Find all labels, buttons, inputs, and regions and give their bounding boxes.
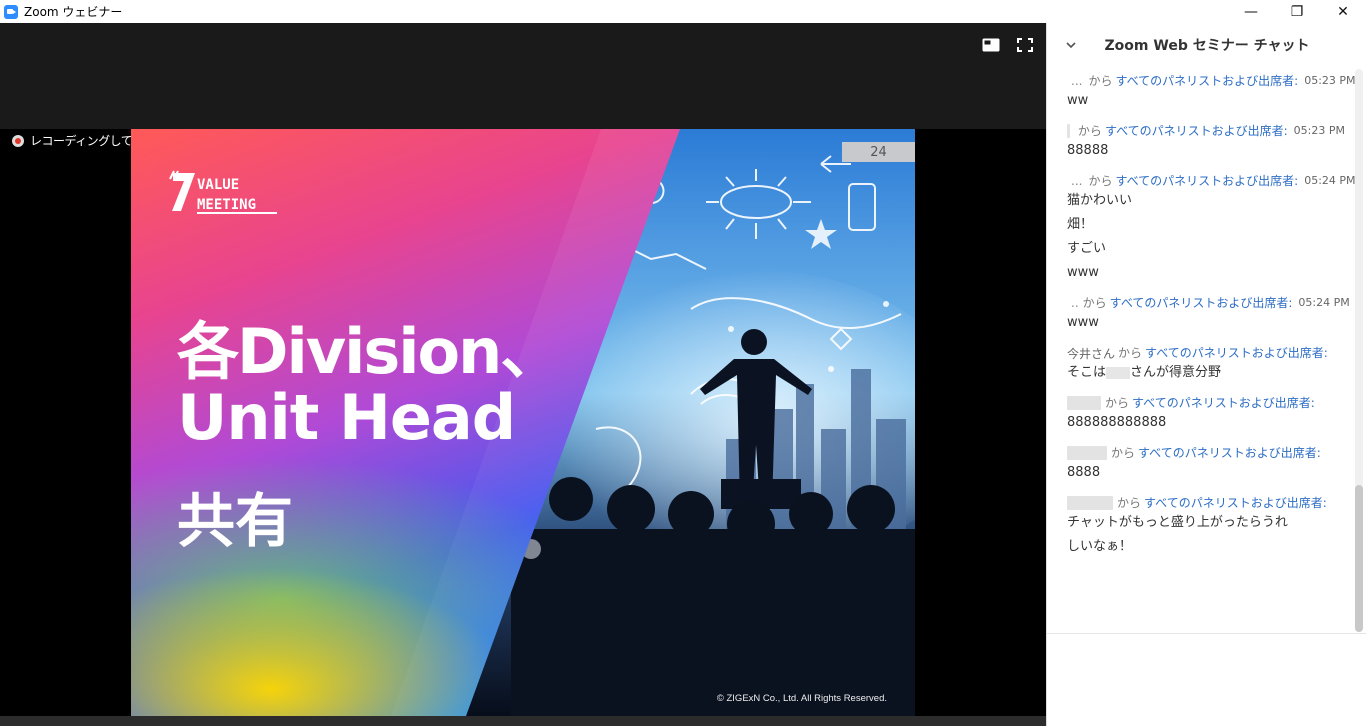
message-text: 畑！ [1067,217,1094,232]
message-text: www [1067,315,1099,330]
chat-header: Zoom Web セミナー チャット [1047,23,1366,67]
message-text: www [1067,265,1099,280]
from-label: から [1117,496,1142,510]
value-meeting-logo: VALUE MEETING [169,170,277,214]
recipient-label[interactable]: すべてのパネリストおよび出席者: [1138,445,1321,461]
message-time: 05:23 PM [1293,124,1345,137]
sender-name-redacted [1067,396,1101,410]
chat-scrollbar[interactable] [1355,69,1363,632]
video-stage: レコーディングしています VALUE MEETING 各Division、 Un… [0,23,1046,726]
shared-slide: VALUE MEETING 各Division、 Unit Head 共有 24… [131,129,915,716]
chat-panel: Zoom Web セミナー チャット ... から すべてのパネリストおよび出席… [1046,23,1366,726]
chat-message-list[interactable]: ... から すべてのパネリストおよび出席者: 05:23 PM ww から す… [1067,73,1356,569]
slide-copyright: © ZIGExN Co., Ltd. All Rights Reserved. [716,693,887,704]
message-text-part: さんが得意分野 [1130,365,1222,380]
recipient-label[interactable]: すべてのパネリストおよび出席者: [1110,295,1293,311]
recipient-label[interactable]: すべてのパネリストおよび出席者: [1144,495,1327,511]
message-text: すごい [1067,241,1107,256]
chat-message: 今井さん から すべてのパネリストおよび出席者: そこは さんが得意分野 [1067,345,1345,385]
message-text: チャットがもっと盛り上がったらうれ [1067,515,1288,530]
slide-page-number: 24 [842,142,915,162]
slide-heading-line3: 共有 [177,487,294,555]
sender-name-redacted [1067,124,1070,138]
from-label: から [1082,296,1107,310]
restore-button[interactable]: ❐ [1274,0,1320,23]
close-button[interactable]: ✕ [1320,0,1366,23]
message-meta: 今井さん から すべてのパネリストおよび出席者: [1067,345,1345,361]
message-meta: から すべてのパネリストおよび出席者: 05:23 PM [1067,123,1345,139]
window-controls: — ❐ ✕ [1228,0,1366,23]
title-bar: Zoom ウェビナー — ❐ ✕ [0,0,1366,23]
message-text-part: そこは [1067,365,1107,380]
sender-name: 今井さん [1067,347,1116,361]
chat-message: ... から すべてのパネリストおよび出席者: 05:23 PM ww [1067,73,1356,113]
slide-heading-line2: Unit Head [177,381,516,454]
message-text: そこは さんが得意分野 [1067,361,1345,385]
fullscreen-icon[interactable] [1016,37,1034,53]
from-label: から [1118,346,1143,360]
from-label: から [1088,174,1113,188]
message-meta: .. から すべてのパネリストおよび出席者: 05:24 PM [1067,295,1350,311]
message-meta: ... から すべてのパネリストおよび出席者: 05:23 PM [1067,73,1356,89]
chat-message: ... から すべてのパネリストおよび出席者: 05:24 PM 猫かわいい 畑… [1067,173,1356,285]
chat-title: Zoom Web セミナー チャット [1104,38,1310,54]
message-meta: から すべてのパネリストおよび出席者: [1067,395,1345,411]
message-text: ww [1067,93,1089,108]
recording-icon [12,134,24,147]
view-icon[interactable] [982,37,1000,53]
from-label: から [1077,124,1102,138]
recipient-label[interactable]: すべてのパネリストおよび出席者: [1145,345,1328,361]
chat-compose-area[interactable] [1047,633,1366,726]
chat-message: から すべてのパネリストおよび出席者: 05:23 PM 88888 [1067,123,1345,163]
message-meta: から すべてのパネリストおよび出席者: [1067,495,1345,511]
slide-heading-line1: 各Division、 [177,315,562,388]
chat-message: .. から すべてのパネリストおよび出席者: 05:24 PM www [1067,295,1350,335]
chat-scroll-thumb[interactable] [1355,485,1363,632]
message-meta: ... から すべてのパネリストおよび出席者: 05:24 PM [1067,173,1356,189]
from-label: から [1088,74,1113,88]
sender-suffix: ... [1071,174,1083,188]
chat-message: から すべてのパネリストおよび出席者: 8888 [1067,445,1345,485]
recipient-label[interactable]: すべてのパネリストおよび出席者: [1132,395,1315,411]
zoom-app-icon [4,4,18,19]
sender-name-redacted [1067,446,1107,460]
from-label: から [1111,446,1136,460]
message-time: 05:24 PM [1298,296,1350,309]
logo-text-meeting: MEETING [197,197,256,213]
message-meta: から すべてのパネリストおよび出席者: [1067,445,1345,461]
chat-message: から すべてのパネリストおよび出席者: チャットがもっと盛り上がったらうれ しい… [1067,495,1345,559]
window-title: Zoom ウェビナー [24,5,123,19]
recipient-label[interactable]: すべてのパネリストおよび出席者: [1115,173,1298,189]
redacted-name [1106,366,1131,379]
from-label: から [1105,396,1130,410]
top-band [0,23,1046,129]
sender-suffix: ... [1071,74,1083,88]
chat-message: から すべてのパネリストおよび出席者: 888888888888 [1067,395,1345,435]
message-text: 8888 [1067,465,1101,480]
bottom-bar [0,716,1046,726]
message-text: 888888888888 [1067,415,1167,430]
message-time: 05:23 PM [1304,74,1356,87]
sender-name-redacted [1067,496,1113,510]
recipient-label[interactable]: すべてのパネリストおよび出席者: [1115,73,1298,89]
message-text: 猫かわいい [1067,193,1133,208]
message-text: しいなぁ！ [1067,539,1133,554]
minimize-button[interactable]: — [1228,0,1274,23]
message-text: 88888 [1067,143,1109,158]
logo-text-value: VALUE [197,177,239,193]
recipient-label[interactable]: すべてのパネリストおよび出席者: [1105,123,1288,139]
sender-suffix: .. [1071,296,1079,310]
message-time: 05:24 PM [1304,174,1356,187]
